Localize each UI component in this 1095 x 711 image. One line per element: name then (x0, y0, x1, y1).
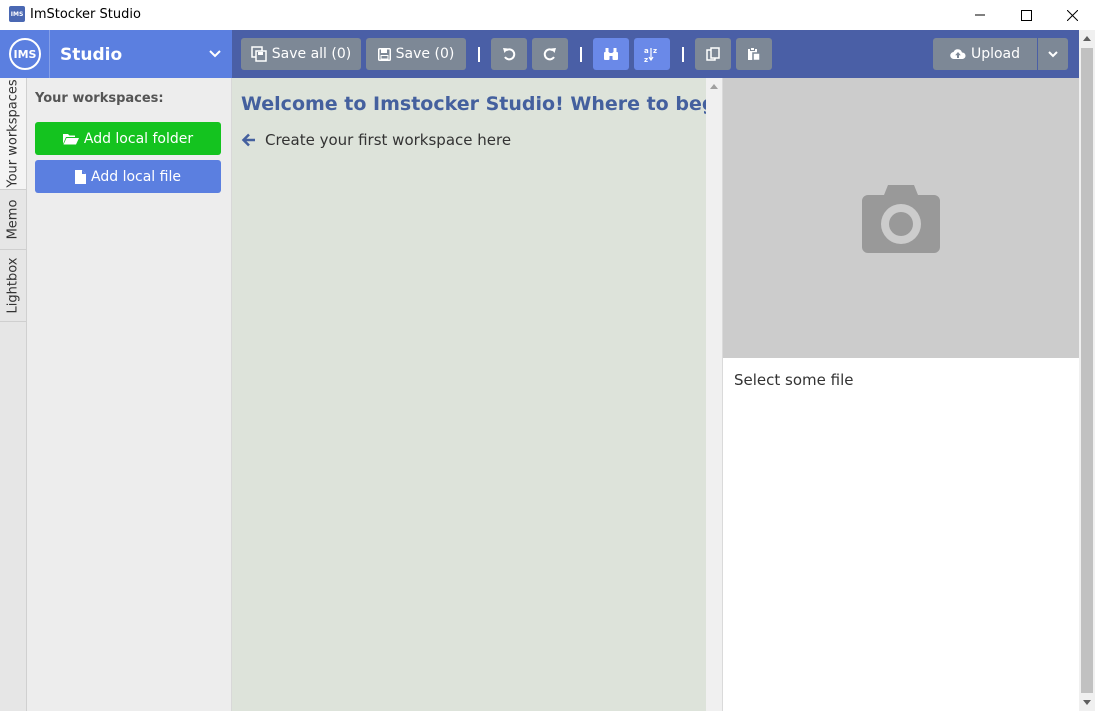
add-local-folder-label: Add local folder (83, 130, 194, 147)
preview-panel: Select some file (722, 78, 1079, 711)
paste-button[interactable] (736, 38, 772, 70)
sort-button[interactable]: a z z (634, 38, 670, 70)
welcome-hint: Create your first workspace here (241, 131, 511, 149)
save-all-button[interactable]: Save all (0) (241, 38, 361, 70)
title-bar: IMS ImStocker Studio (0, 0, 1095, 30)
scroll-up-icon (710, 84, 718, 89)
brand-divider (49, 30, 50, 78)
welcome-hint-text: Create your first workspace here (265, 131, 512, 149)
svg-text:z: z (644, 56, 648, 63)
welcome-heading: Welcome to Imstocker Studio! Where to be… (241, 93, 747, 115)
app-toolbar: IMS Studio Save all (0) Save (0) a z z U… (0, 30, 1079, 78)
toolbar-separator (580, 47, 582, 62)
upload-button[interactable]: Upload (933, 38, 1037, 70)
workspaces-panel: Your workspaces: Add local folder Add lo… (27, 78, 232, 711)
copy-button[interactable] (695, 38, 731, 70)
close-icon (1066, 9, 1078, 21)
redo-button[interactable] (532, 38, 568, 70)
chevron-down-icon (209, 50, 221, 58)
svg-text:a: a (644, 47, 649, 55)
save-icon (377, 47, 391, 61)
save-button[interactable]: Save (0) (366, 38, 466, 70)
folder-open-icon (62, 133, 79, 144)
redo-icon (543, 48, 556, 61)
svg-text:z: z (653, 47, 657, 55)
tab-your-workspaces[interactable]: Your workspaces (0, 78, 26, 190)
ims-logo: IMS (9, 38, 41, 70)
maximize-button[interactable] (1003, 0, 1049, 30)
center-scrollbar[interactable] (706, 78, 722, 711)
camera-icon (862, 185, 940, 253)
add-local-folder-button[interactable]: Add local folder (35, 122, 221, 155)
scrollbar-thumb[interactable] (1081, 48, 1093, 693)
minimize-button[interactable] (957, 0, 1003, 30)
app-icon: IMS (9, 6, 25, 22)
sort-alpha-icon: a z z (644, 47, 657, 63)
paste-icon (748, 47, 761, 61)
minimize-icon (975, 14, 985, 16)
preview-placeholder (723, 78, 1079, 358)
close-button[interactable] (1049, 0, 1095, 30)
workspaces-heading: Your workspaces: (35, 91, 164, 106)
file-icon (75, 169, 87, 184)
studio-selector[interactable]: IMS Studio (0, 30, 232, 78)
upload-label: Upload (970, 46, 1021, 62)
chevron-down-icon (1048, 51, 1058, 58)
copy-icon (706, 47, 720, 61)
add-local-file-label: Add local file (91, 168, 181, 185)
preview-empty-text: Select some file (734, 371, 854, 389)
undo-button[interactable] (491, 38, 527, 70)
save-all-label: Save all (0) (271, 46, 352, 62)
window-scrollbar[interactable] (1079, 30, 1095, 711)
arrow-left-icon (241, 133, 255, 147)
maximize-icon (1020, 9, 1032, 21)
scroll-up-icon (1083, 36, 1091, 41)
window-title: ImStocker Studio (30, 7, 141, 22)
cloud-upload-icon (950, 49, 966, 60)
save-all-icon (251, 46, 267, 62)
tab-lightbox[interactable]: Lightbox (0, 250, 26, 322)
app-window: IMS ImStocker Studio IMS Studio Save all… (0, 0, 1095, 711)
toolbar-separator (478, 47, 480, 62)
binoculars-icon (604, 48, 618, 60)
upload-options-button[interactable] (1038, 38, 1068, 70)
welcome-area: Welcome to Imstocker Studio! Where to be… (232, 78, 747, 711)
scroll-down-icon (1083, 700, 1091, 705)
studio-name: Studio (60, 45, 123, 65)
save-label: Save (0) (395, 46, 455, 62)
add-local-file-button[interactable]: Add local file (35, 160, 221, 193)
search-button[interactable] (593, 38, 629, 70)
tab-label: Memo (5, 199, 21, 240)
tab-label: Lightbox (5, 257, 21, 314)
tab-memo[interactable]: Memo (0, 190, 26, 250)
side-tabs: Your workspaces Memo Lightbox (0, 78, 27, 711)
toolbar-separator (682, 47, 684, 62)
tab-label: Your workspaces (5, 79, 21, 188)
undo-icon (503, 48, 516, 61)
